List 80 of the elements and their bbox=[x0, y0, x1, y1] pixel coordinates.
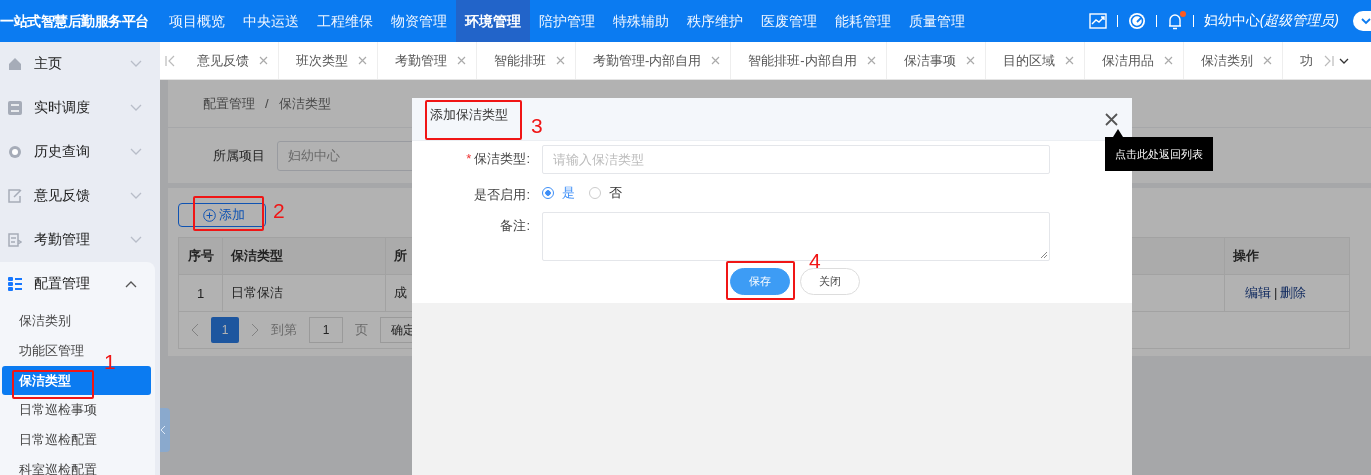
page-label: 页 bbox=[355, 321, 368, 339]
annotation-box bbox=[193, 196, 264, 231]
menu-item-icon bbox=[8, 189, 22, 203]
next-page-icon[interactable] bbox=[251, 323, 259, 337]
nav-item[interactable]: 环境管理 bbox=[456, 0, 530, 42]
nav-item[interactable]: 医废管理 bbox=[752, 0, 826, 42]
sidebar-item[interactable]: 配置管理 bbox=[0, 262, 155, 306]
nav-item[interactable]: 特殊辅助 bbox=[604, 0, 678, 42]
resize-grip-icon[interactable] bbox=[1040, 251, 1048, 259]
page-number[interactable]: 1 bbox=[211, 317, 239, 343]
scroll-left-icon[interactable] bbox=[165, 54, 175, 67]
nav-item[interactable]: 中央运送 bbox=[234, 0, 308, 42]
breadcrumb-separator: / bbox=[265, 96, 269, 111]
gauge-icon[interactable] bbox=[1127, 12, 1146, 30]
menu-item-icon bbox=[8, 57, 22, 71]
filter-label: 所属项目 bbox=[213, 146, 265, 165]
column-header: 操作 bbox=[1224, 237, 1350, 275]
close-button[interactable]: 关闭 bbox=[800, 268, 860, 295]
submenu-item[interactable]: 科室巡检配置 bbox=[0, 455, 97, 475]
menu-item-icon bbox=[8, 145, 22, 159]
sidebar-item[interactable]: 实时调度 bbox=[0, 86, 160, 130]
chart-icon[interactable] bbox=[1088, 13, 1107, 29]
annotation-number: 2 bbox=[273, 199, 285, 223]
menu-item-icon bbox=[8, 277, 22, 291]
menu-item-icon bbox=[8, 233, 22, 247]
nav-item[interactable]: 物资管理 bbox=[382, 0, 456, 42]
breadcrumb-item[interactable]: 配置管理 bbox=[203, 94, 255, 113]
column-header: 保洁类型 bbox=[222, 237, 386, 275]
page-tab[interactable]: 保洁类别 bbox=[1183, 42, 1283, 79]
tooltip: 点击此处返回列表 bbox=[1105, 129, 1213, 171]
table-cell: 日常保洁 bbox=[222, 274, 386, 312]
sidebar-item[interactable]: 意见反馈 bbox=[0, 174, 160, 218]
prev-page-icon[interactable] bbox=[191, 323, 199, 337]
action-link[interactable]: 编辑 bbox=[1245, 285, 1271, 300]
submenu-item[interactable]: 功能区管理 bbox=[0, 336, 84, 366]
table-cell: 1 bbox=[178, 274, 223, 312]
page-tab[interactable]: 考勤管理 bbox=[378, 42, 477, 79]
sidebar-item[interactable]: 主页 bbox=[0, 42, 160, 86]
dialog-title: 添加保洁类型 bbox=[430, 106, 508, 124]
sidebar-item[interactable]: 考勤管理 bbox=[0, 218, 160, 262]
page-input[interactable]: 1 bbox=[309, 317, 343, 343]
user-menu-icon[interactable] bbox=[1353, 11, 1371, 31]
annotation-box bbox=[726, 261, 795, 300]
page-tab[interactable]: 保洁事项 bbox=[886, 42, 986, 79]
add-button[interactable]: 添加 bbox=[178, 203, 266, 227]
nav-item[interactable]: 秩序维护 bbox=[678, 0, 752, 42]
form-label: 备注: bbox=[499, 217, 530, 235]
bell-icon[interactable] bbox=[1166, 12, 1183, 30]
submenu-item[interactable]: 日常巡检配置 bbox=[0, 425, 97, 455]
page-tab[interactable]: 功 bbox=[1282, 42, 1319, 79]
sidebar-item[interactable]: 历史查询 bbox=[0, 130, 160, 174]
breadcrumb-item: 保洁类型 bbox=[278, 94, 331, 113]
submenu-item[interactable]: 日常巡检事项 bbox=[0, 395, 97, 425]
nav-item[interactable]: 陪护管理 bbox=[530, 0, 604, 42]
form-label: * 保洁类型: bbox=[465, 150, 530, 168]
action-link[interactable]: 删除 bbox=[1280, 285, 1307, 300]
page-tab[interactable]: 班次类型 bbox=[279, 42, 378, 79]
page-tab[interactable]: 智能排班-内部自用 bbox=[731, 42, 887, 79]
action-separator: | bbox=[1274, 285, 1278, 300]
page-tab[interactable]: 目的区域 bbox=[985, 42, 1085, 79]
nav-item[interactable]: 项目概览 bbox=[160, 0, 234, 42]
annotation-number: 3 bbox=[531, 114, 543, 138]
form-label: 是否启用: bbox=[473, 186, 530, 204]
menu-item-icon bbox=[8, 101, 22, 115]
plus-circle-icon bbox=[203, 208, 216, 222]
nav-item[interactable]: 质量管理 bbox=[900, 0, 974, 42]
app-title: 一站式智慧后勤服务平台 bbox=[0, 12, 150, 31]
nav-item[interactable]: 能耗管理 bbox=[826, 0, 900, 42]
goto-label: 到第 bbox=[271, 321, 297, 339]
nav-item[interactable]: 工程维保 bbox=[308, 0, 382, 42]
submenu-item[interactable]: 保洁类别 bbox=[0, 306, 71, 336]
close-icon[interactable] bbox=[1105, 112, 1118, 126]
page-tab[interactable]: 保洁用品 bbox=[1084, 42, 1184, 79]
tab-menu-icon[interactable] bbox=[1338, 56, 1349, 65]
user-name[interactable]: 妇幼中心(超级管理员) bbox=[1203, 12, 1339, 30]
page-tab[interactable]: 意见反馈 bbox=[180, 42, 279, 79]
page-tab[interactable]: 智能排班 bbox=[477, 42, 576, 79]
page-tab[interactable]: 考勤管理-内部自用 bbox=[576, 42, 732, 79]
radio-option[interactable]: 否 bbox=[589, 184, 622, 202]
column-header: 序号 bbox=[178, 237, 223, 275]
